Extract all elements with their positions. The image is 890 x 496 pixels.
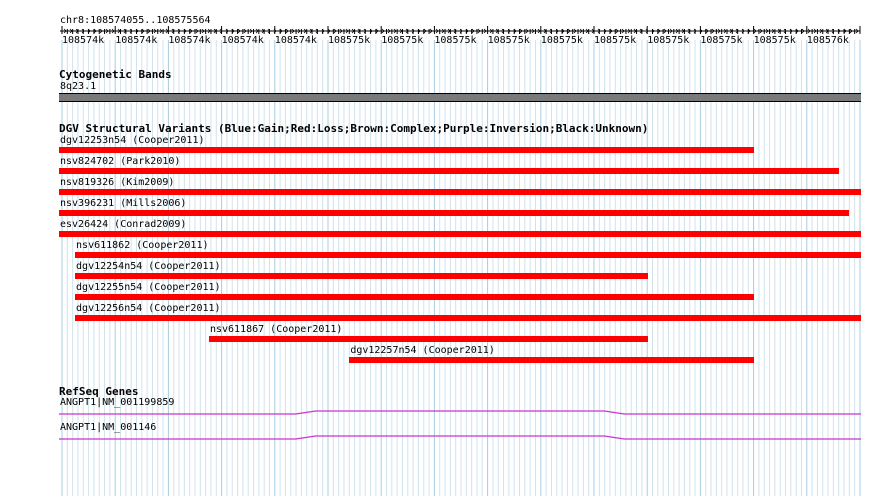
ruler-tick-label: 108575k — [594, 35, 637, 46]
variant-label: nsv819326 (Kim2009) — [60, 177, 175, 188]
dgv-track-title: DGV Structural Variants (Blue:Gain;Red:L… — [59, 122, 649, 135]
variant-loss-bar[interactable] — [75, 294, 754, 300]
variant-loss-bar[interactable] — [59, 210, 849, 216]
variant-label: dgv12253n54 (Cooper2011) — [60, 135, 205, 146]
variant-loss-bar[interactable] — [59, 231, 861, 237]
variant-loss-bar[interactable] — [75, 252, 861, 258]
variant-loss-bar[interactable] — [59, 147, 754, 153]
ruler-tick-label: 108575k — [328, 35, 371, 46]
variant-label: dgv12254n54 (Cooper2011) — [76, 261, 221, 272]
ruler-tick-label: 108574k — [221, 35, 264, 46]
gene-model[interactable] — [59, 409, 861, 417]
ruler-tick-label: 108574k — [115, 35, 158, 46]
variant-label: dgv12255n54 (Cooper2011) — [76, 282, 221, 293]
variant-label: nsv611862 (Cooper2011) — [76, 240, 209, 251]
ruler-tick-label: 108576k — [806, 35, 849, 46]
ruler-tick-label: 108574k — [168, 35, 211, 46]
ruler-tick-label: 108575k — [753, 35, 796, 46]
variant-loss-bar[interactable] — [59, 168, 839, 174]
variant-label: nsv611867 (Cooper2011) — [209, 324, 343, 335]
ruler-tick-label: 108575k — [540, 35, 583, 46]
variant-loss-bar[interactable] — [208, 336, 649, 342]
ruler-tick-label: 108575k — [700, 35, 743, 46]
variant-loss-bar[interactable] — [349, 357, 754, 363]
ruler-tick-label: 108575k — [647, 35, 690, 46]
gene-intron-line — [59, 410, 861, 415]
gene-intron-line — [59, 435, 861, 440]
cytoband-bar[interactable] — [59, 93, 861, 102]
ruler-tick-label: 108574k — [62, 35, 105, 46]
ruler-tick-label: 108575k — [434, 35, 477, 46]
variant-label: nsv824702 (Park2010) — [60, 156, 181, 167]
ruler-tick-label: 108574k — [274, 35, 317, 46]
cytoband-label: 8q23.1 — [60, 81, 97, 92]
variant-label: dgv12256n54 (Cooper2011) — [76, 303, 221, 314]
variant-loss-bar[interactable] — [75, 315, 861, 321]
gene-label: ANGPT1|NM_001146 — [60, 422, 157, 433]
variant-loss-bar[interactable] — [59, 189, 861, 195]
gene-label: ANGPT1|NM_001199859 — [60, 397, 175, 408]
variant-loss-bar[interactable] — [75, 273, 649, 279]
variant-label: nsv396231 (Mills2006) — [60, 198, 187, 209]
ruler-tick-label: 108575k — [487, 35, 530, 46]
cytoband-track-title: Cytogenetic Bands — [59, 68, 172, 81]
variant-label: esv26424 (Conrad2009) — [60, 219, 187, 230]
variant-label: dgv12257n54 (Cooper2011) — [350, 345, 495, 356]
gene-model[interactable] — [59, 434, 861, 442]
ruler-tick-label: 108575k — [381, 35, 424, 46]
